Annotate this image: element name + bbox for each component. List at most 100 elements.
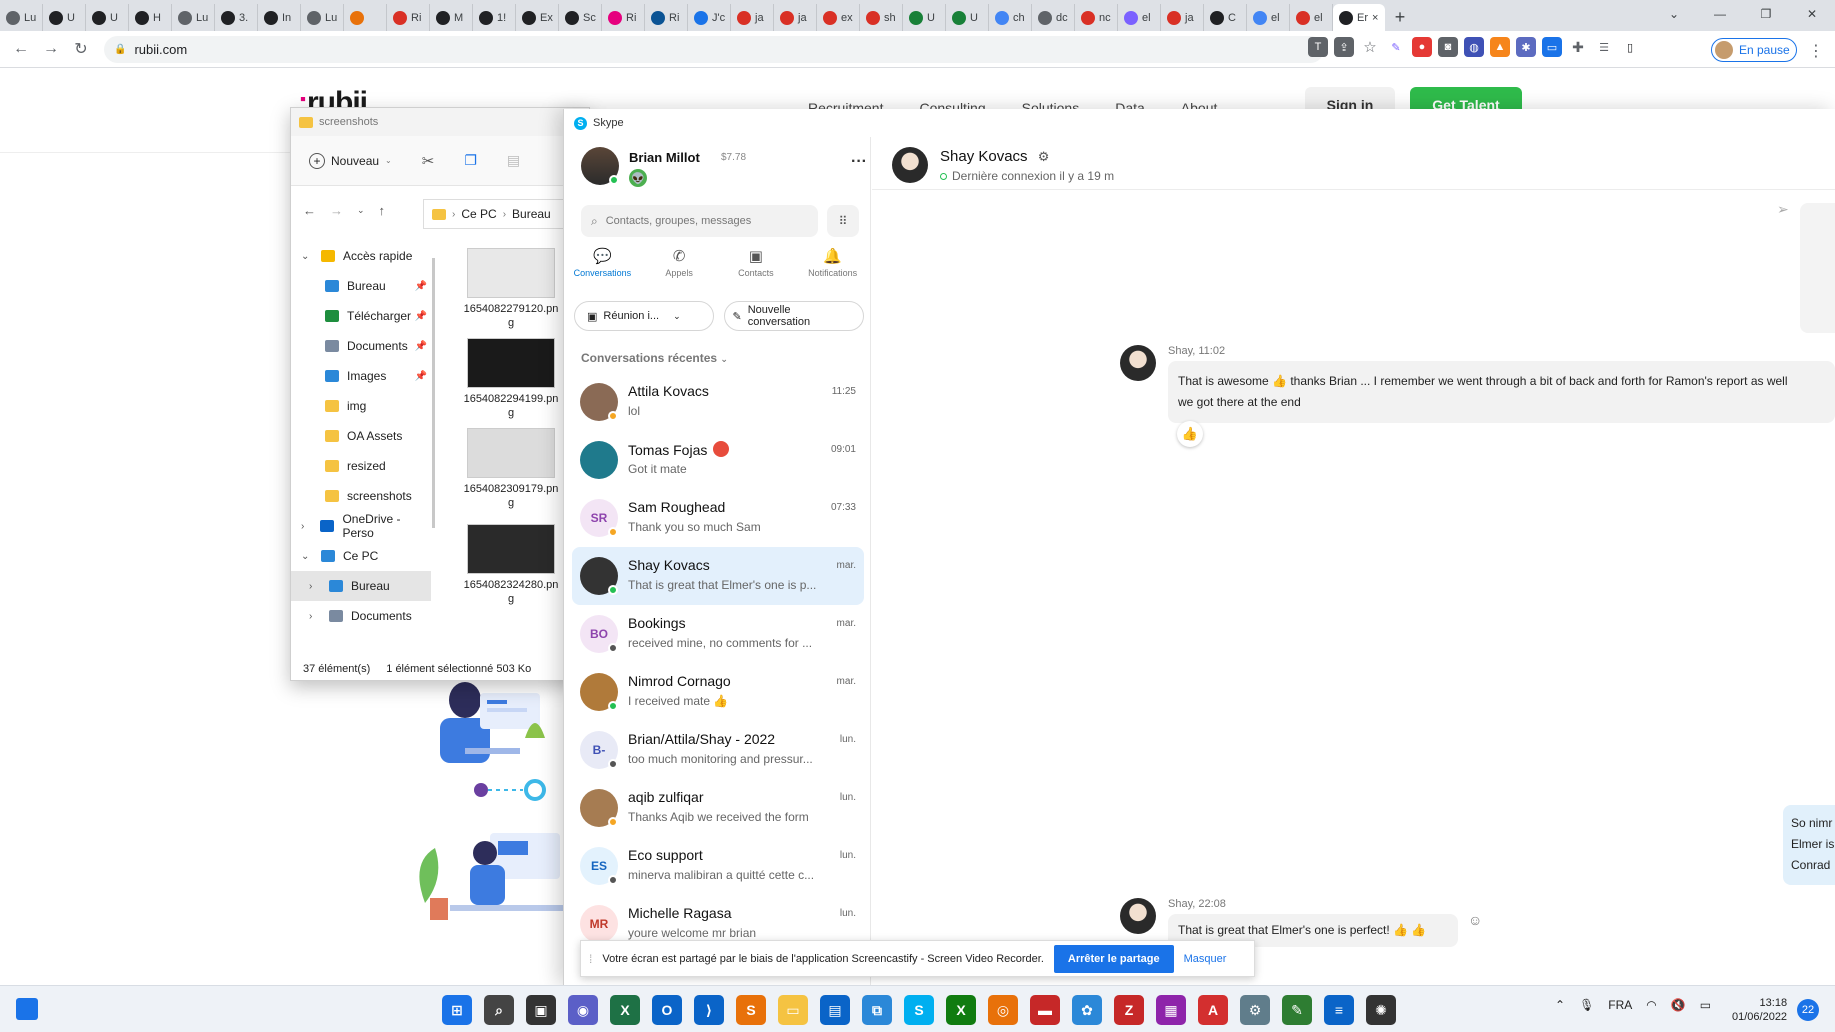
restore-icon[interactable]: ❐ <box>1743 0 1789 28</box>
nav-item[interactable]: screenshots <box>291 481 431 511</box>
nav-item[interactable]: ⌄ Ce PC <box>291 541 431 571</box>
conversation-item[interactable]: Attila Kovacs lol 11:25 <box>572 373 864 431</box>
search-icon[interactable]: ⌕ <box>484 995 514 1025</box>
chevron-right-icon[interactable]: › <box>309 581 321 592</box>
nav-item[interactable]: Bureau 📌 <box>291 271 431 301</box>
volume-muted-icon[interactable]: 🔇 <box>1671 998 1686 1012</box>
back-icon[interactable]: ← <box>6 40 36 58</box>
nav-item[interactable]: Documents 📌 <box>291 331 431 361</box>
skype-icon[interactable]: S <box>904 995 934 1025</box>
notification-badge[interactable]: 22 <box>1797 999 1819 1021</box>
tab-notifications[interactable]: 🔔 Notifications <box>794 247 871 287</box>
acrobat-icon[interactable]: A <box>1198 995 1228 1025</box>
conversation-item[interactable]: B- Brian/Attila/Shay - 2022 too much monit… <box>572 721 864 779</box>
conversation-item[interactable]: Nimrod Cornago I received mate 👍 mar. <box>572 663 864 721</box>
conversation-item[interactable]: aqib zulfiqar Thanks Aqib we received the… <box>572 779 864 837</box>
translate-icon[interactable]: T <box>1308 37 1328 57</box>
browser-tab[interactable]: 3. <box>215 4 258 31</box>
side-panel-icon[interactable]: ▯ <box>1620 37 1640 57</box>
explorer-icon[interactable]: ▭ <box>778 995 808 1025</box>
browser-tab[interactable]: M <box>430 4 473 31</box>
my-profile[interactable]: Brian Millot $7.78 👽 ··· <box>581 147 867 193</box>
terminal-icon[interactable]: ▬ <box>1030 995 1060 1025</box>
forward-icon[interactable]: → <box>330 203 343 218</box>
winrar-icon[interactable]: ▦ <box>1156 995 1186 1025</box>
browser-tab[interactable]: U <box>946 4 989 31</box>
copy-icon[interactable]: ❐ <box>464 152 477 169</box>
chrome-menu-icon[interactable]: ⋮ <box>1808 41 1824 61</box>
recent-conversations-header[interactable]: Conversations récentes ⌄ <box>581 351 728 365</box>
paste-icon[interactable]: ▤ <box>507 152 520 169</box>
xbox-icon[interactable]: X <box>946 995 976 1025</box>
browser-tab[interactable]: Lu <box>172 4 215 31</box>
browser-tab[interactable]: el <box>1247 4 1290 31</box>
bookmark-star-icon[interactable]: ☆ <box>1360 37 1380 57</box>
loop-extension-icon[interactable]: ◍ <box>1464 37 1484 57</box>
new-tab-button[interactable]: + <box>1385 4 1415 31</box>
browser-tab[interactable]: Ri <box>602 4 645 31</box>
browser-tab[interactable]: J'c <box>688 4 731 31</box>
avatar[interactable] <box>580 441 618 479</box>
reaction[interactable]: 👍 <box>1177 421 1203 447</box>
hide-button[interactable]: Masquer <box>1184 953 1227 965</box>
path-segment[interactable]: Ce PC <box>461 207 496 221</box>
back-icon[interactable]: ← <box>303 203 316 218</box>
gear-icon[interactable]: ⚙ <box>1240 995 1270 1025</box>
meet-now-button[interactable]: ▣ Réunion i... ⌄ <box>574 301 714 331</box>
conversation-item[interactable]: Tomas Fojas Got it mate 09:01 <box>572 431 864 489</box>
browser-tab[interactable]: U <box>903 4 946 31</box>
address-bar[interactable]: 🔒 rubii.com <box>104 36 1324 63</box>
nav-item[interactable]: img <box>291 391 431 421</box>
outlook-icon[interactable]: O <box>652 995 682 1025</box>
search-input[interactable]: ⌕ Contacts, groupes, messages <box>581 205 818 237</box>
explorer-titlebar[interactable]: screenshots <box>291 108 589 136</box>
browser-tab[interactable]: Lu <box>0 4 43 31</box>
file-item[interactable]: 1654082294199.png <box>461 338 561 420</box>
avatar[interactable] <box>1120 898 1156 934</box>
notes-icon[interactable]: ≡ <box>1324 995 1354 1025</box>
skype-titlebar[interactable]: S Skype <box>564 109 1835 137</box>
path-segment[interactable]: Bureau <box>512 207 551 221</box>
nav-item[interactable]: Images 📌 <box>291 361 431 391</box>
tab-search-icon[interactable]: ⌄ <box>1651 0 1697 28</box>
nav-item[interactable]: OA Assets <box>291 421 431 451</box>
tab-conversations[interactable]: 💬 Conversations <box>564 247 641 287</box>
drag-handle-icon[interactable]: ⁞ <box>589 952 592 966</box>
nav-item[interactable]: resized <box>291 451 431 481</box>
nav-scrollbar[interactable] <box>432 258 435 528</box>
task-view-icon[interactable]: ▣ <box>526 995 556 1025</box>
chevron-down-icon[interactable]: ⌄ <box>301 251 313 262</box>
forward-icon[interactable]: → <box>36 40 66 58</box>
minimize-icon[interactable]: — <box>1697 0 1743 28</box>
browser-tab[interactable]: Lu <box>301 4 344 31</box>
browser-tab[interactable]: ch <box>989 4 1032 31</box>
excel-icon[interactable]: X <box>610 995 640 1025</box>
nav-item[interactable]: ⌄ Accès rapide <box>291 241 431 271</box>
widgets-icon[interactable] <box>16 998 38 1020</box>
browser-tab[interactable]: U <box>86 4 129 31</box>
up-icon[interactable]: ↑ <box>379 203 386 218</box>
nav-item[interactable]: › Documents <box>291 601 431 631</box>
screen-extension-icon[interactable]: ▭ <box>1542 37 1562 57</box>
puzzle-icon[interactable]: ✚ <box>1568 37 1588 57</box>
browser-tab[interactable]: Ex <box>516 4 559 31</box>
wifi-icon[interactable]: ◠ <box>1646 998 1656 1012</box>
file-item[interactable]: 1654082279120.png <box>461 248 561 330</box>
new-conversation-button[interactable]: ✎ Nouvelle conversation <box>723 301 864 331</box>
reading-list-icon[interactable]: ☰ <box>1594 37 1614 57</box>
stop-sharing-button[interactable]: Arrêter le partage <box>1053 944 1174 973</box>
settings-app-icon[interactable]: ✿ <box>1072 995 1102 1025</box>
browser-tab[interactable] <box>344 4 387 31</box>
gear-icon[interactable]: ⚙ <box>1038 149 1050 164</box>
reload-icon[interactable]: ↻ <box>66 39 96 59</box>
tab-appels[interactable]: ✆ Appels <box>641 247 718 287</box>
file-item[interactable]: 1654082309179.png <box>461 428 561 510</box>
cut-icon[interactable]: ✂ <box>422 152 435 170</box>
profile-button[interactable]: En pause <box>1711 38 1797 62</box>
tab-contacts[interactable]: ▣ Contacts <box>718 247 795 287</box>
avatar[interactable]: MR <box>580 905 618 943</box>
camera-extension-icon[interactable]: ◙ <box>1438 37 1458 57</box>
file-item[interactable]: 1654082324280.png <box>461 524 561 606</box>
clock[interactable]: 13:18 01/06/2022 <box>1732 996 1787 1024</box>
new-button[interactable]: + Nouveau ⌄ <box>309 152 392 169</box>
